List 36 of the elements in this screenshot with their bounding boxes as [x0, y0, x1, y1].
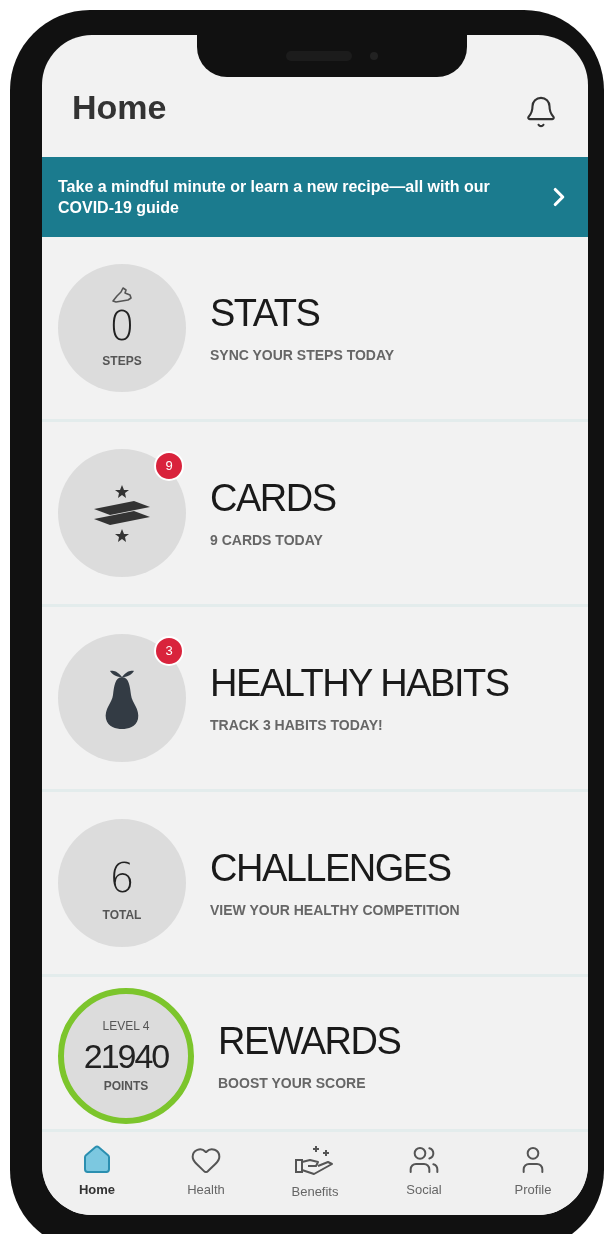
home-icon[interactable] [81, 1144, 113, 1176]
card-title: REWARDS [218, 1018, 401, 1063]
notifications-icon[interactable] [524, 95, 558, 129]
card-title: CHALLENGES [210, 845, 452, 890]
tab-item[interactable]: Benefits [280, 1144, 350, 1202]
people-icon[interactable] [408, 1144, 440, 1176]
feature-card[interactable]: 9 CARDS 9 CARDS TODAY [42, 422, 588, 607]
card-subtitle: SYNC YOUR STEPS TODAY [210, 345, 395, 365]
card-title: CARDS [210, 475, 336, 520]
hand-sparkles-icon[interactable] [294, 1144, 336, 1178]
notification-badge: 3 [154, 636, 184, 666]
stat-unit: STEPS [102, 353, 142, 370]
card-subtitle: 9 CARDS TODAY [210, 530, 324, 550]
feature-card[interactable]: 3 HEALTHY HABITS TRACK 3 HABITS TODAY! [42, 607, 588, 792]
page-title: Home [72, 87, 167, 128]
card-title: STATS [210, 290, 321, 335]
tab-item[interactable]: Home [62, 1144, 132, 1200]
card-subtitle: VIEW YOUR HEALTHY COMPETITION [210, 900, 460, 920]
stat-value: 0 [109, 304, 135, 348]
feature-card[interactable]: 0 STEPS STATS SYNC YOUR STEPS TODAY [42, 237, 588, 422]
tab-item[interactable]: Health [171, 1144, 241, 1200]
covid-guide-banner[interactable]: Take a mindful minute or learn a new recipe—all with our COVID-19 guide [42, 157, 588, 237]
tab-item[interactable]: Social [389, 1144, 459, 1200]
tab-item[interactable]: Profile [498, 1144, 568, 1200]
card-subtitle: BOOST YOUR SCORE [218, 1073, 367, 1093]
card-title: HEALTHY HABITS [210, 660, 509, 705]
level-label: LEVEL 4 [102, 1018, 150, 1035]
stat-value: 6 [109, 856, 135, 900]
points-value: 21940 [83, 1036, 169, 1077]
banner-text: Take a mindful minute or learn a new recipe—all with our COVID-19 guide [58, 177, 491, 218]
card-subtitle: TRACK 3 HABITS TODAY! [210, 715, 384, 735]
stat-unit: TOTAL [102, 907, 142, 924]
points-unit: POINTS [103, 1078, 149, 1095]
feature-card[interactable]: 6 TOTAL CHALLENGES VIEW YOUR HEALTHY COMPETITION [42, 792, 588, 977]
feature-card[interactable]: LEVEL 4 21940 POINTS REWARDS BOOST YOUR SCORE [42, 977, 588, 1132]
notification-badge: 9 [154, 451, 184, 481]
